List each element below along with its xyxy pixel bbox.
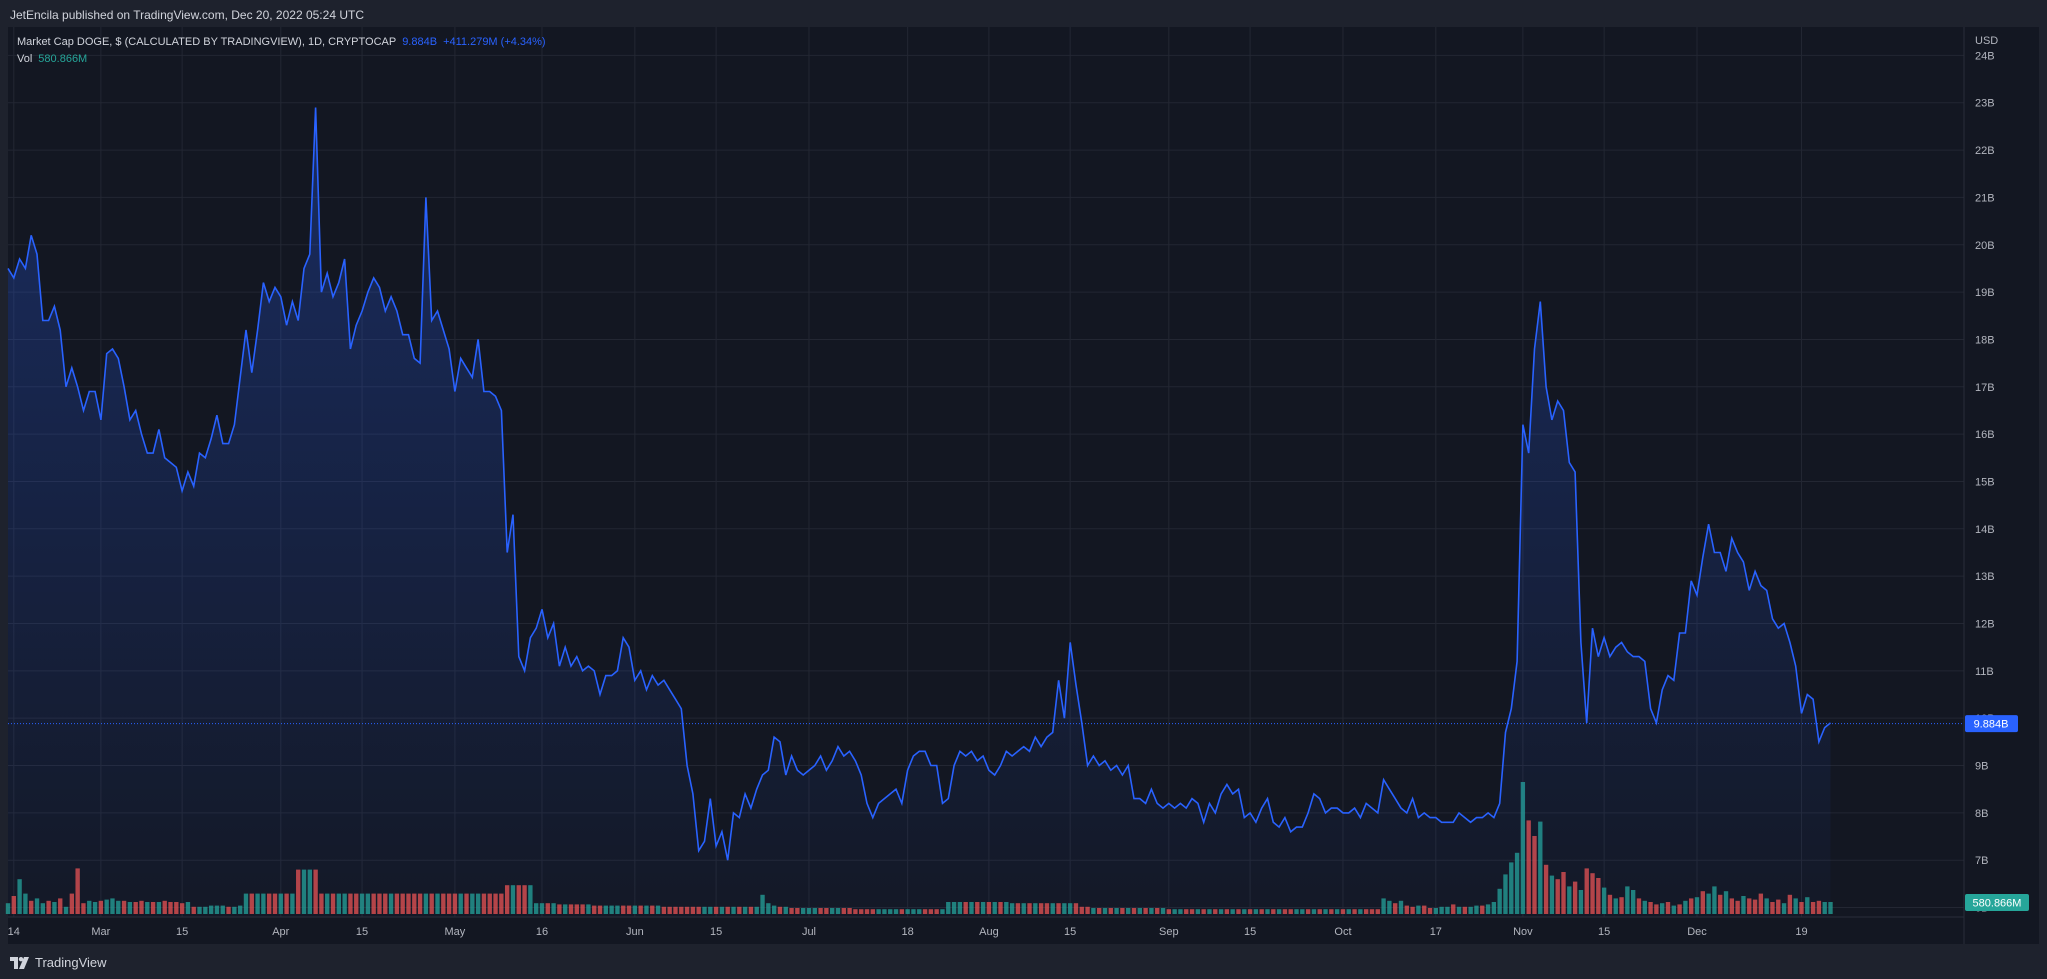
y-tick-label: 16B xyxy=(1975,429,1995,441)
x-tick-label: Oct xyxy=(1334,926,1351,938)
tradingview-logo[interactable]: TradingView xyxy=(10,955,107,970)
y-tick-label: 18B xyxy=(1975,334,1995,346)
x-tick-label: 19 xyxy=(1795,926,1807,938)
x-tick-label: Mar xyxy=(91,926,110,938)
y-tick-label: 13B xyxy=(1975,571,1995,583)
current-price-label: 9.884B xyxy=(1974,719,2009,731)
x-tick-label: Apr xyxy=(272,926,289,938)
x-tick-label: Dec xyxy=(1687,926,1707,938)
currency-label: USD xyxy=(1975,35,1998,47)
series-legend-row[interactable]: Market Cap DOGE, $ (CALCULATED BY TRADIN… xyxy=(17,34,546,51)
current-volume-badge: 580.866M xyxy=(1965,894,2029,911)
footer xyxy=(0,944,2047,979)
y-tick-label: 19B xyxy=(1975,287,1995,299)
price-axis[interactable]: 6B7B8B9B10B11B12B13B14B15B16B17B18B19B20… xyxy=(1975,50,1995,914)
y-tick-label: 11B xyxy=(1975,666,1994,678)
x-tick-label: Sep xyxy=(1159,926,1179,938)
y-tick-label: 22B xyxy=(1975,145,1995,157)
volume-title: Vol xyxy=(17,53,33,65)
y-tick-label: 9B xyxy=(1975,761,1988,773)
y-tick-label: 7B xyxy=(1975,855,1988,867)
x-tick-label: 15 xyxy=(1064,926,1076,938)
x-tick-label: 18 xyxy=(902,926,914,938)
y-tick-label: 14B xyxy=(1975,524,1995,536)
x-tick-label: 15 xyxy=(356,926,368,938)
y-tick-label: 8B xyxy=(1975,808,1988,820)
x-tick-label: 17 xyxy=(1430,926,1442,938)
series-value: 9.884B xyxy=(402,36,438,48)
tradingview-logo-icon xyxy=(10,956,29,969)
x-tick-label: 16 xyxy=(536,926,548,938)
x-tick-label: Nov xyxy=(1513,926,1533,938)
chart-legend: Market Cap DOGE, $ (CALCULATED BY TRADIN… xyxy=(17,34,546,68)
volume-legend-row[interactable]: Vol 580.866M xyxy=(17,51,546,68)
x-tick-label: 15 xyxy=(710,926,722,938)
series-title: Market Cap DOGE, $ (CALCULATED BY TRADIN… xyxy=(17,36,397,48)
x-tick-label: 15 xyxy=(1598,926,1610,938)
volume-value: 580.866M xyxy=(38,53,88,65)
x-tick-label: Jun xyxy=(626,926,644,938)
x-tick-label: 15 xyxy=(1244,926,1256,938)
x-tick-label: 15 xyxy=(176,926,188,938)
y-tick-label: 20B xyxy=(1975,240,1995,252)
market-cap-chart[interactable]: USD 6B7B8B9B10B11B12B13B14B15B16B17B18B1… xyxy=(0,0,2047,979)
market-cap-area xyxy=(8,107,1831,917)
y-tick-label: 12B xyxy=(1975,618,1995,630)
x-tick-label: 14 xyxy=(8,926,20,938)
y-tick-label: 15B xyxy=(1975,476,1995,488)
series-change: +411.279M (+4.34%) xyxy=(443,36,546,48)
y-tick-label: 23B xyxy=(1975,98,1995,110)
current-price-badge: 9.884B xyxy=(1965,715,2018,733)
tradingview-brand: TradingView xyxy=(35,955,107,970)
y-tick-label: 24B xyxy=(1975,50,1995,62)
x-tick-label: Aug xyxy=(979,926,999,938)
y-tick-label: 17B xyxy=(1975,382,1995,394)
x-tick-label: May xyxy=(445,926,466,938)
y-tick-label: 21B xyxy=(1975,192,1995,204)
current-volume-label: 580.866M xyxy=(1973,898,2022,910)
x-tick-label: Jul xyxy=(802,926,816,938)
time-axis[interactable]: 14 Mar 15 Apr 15 May 16 Jun 15 Jul 18 Aug 15 Sep 15 Oct… xyxy=(8,926,1808,938)
